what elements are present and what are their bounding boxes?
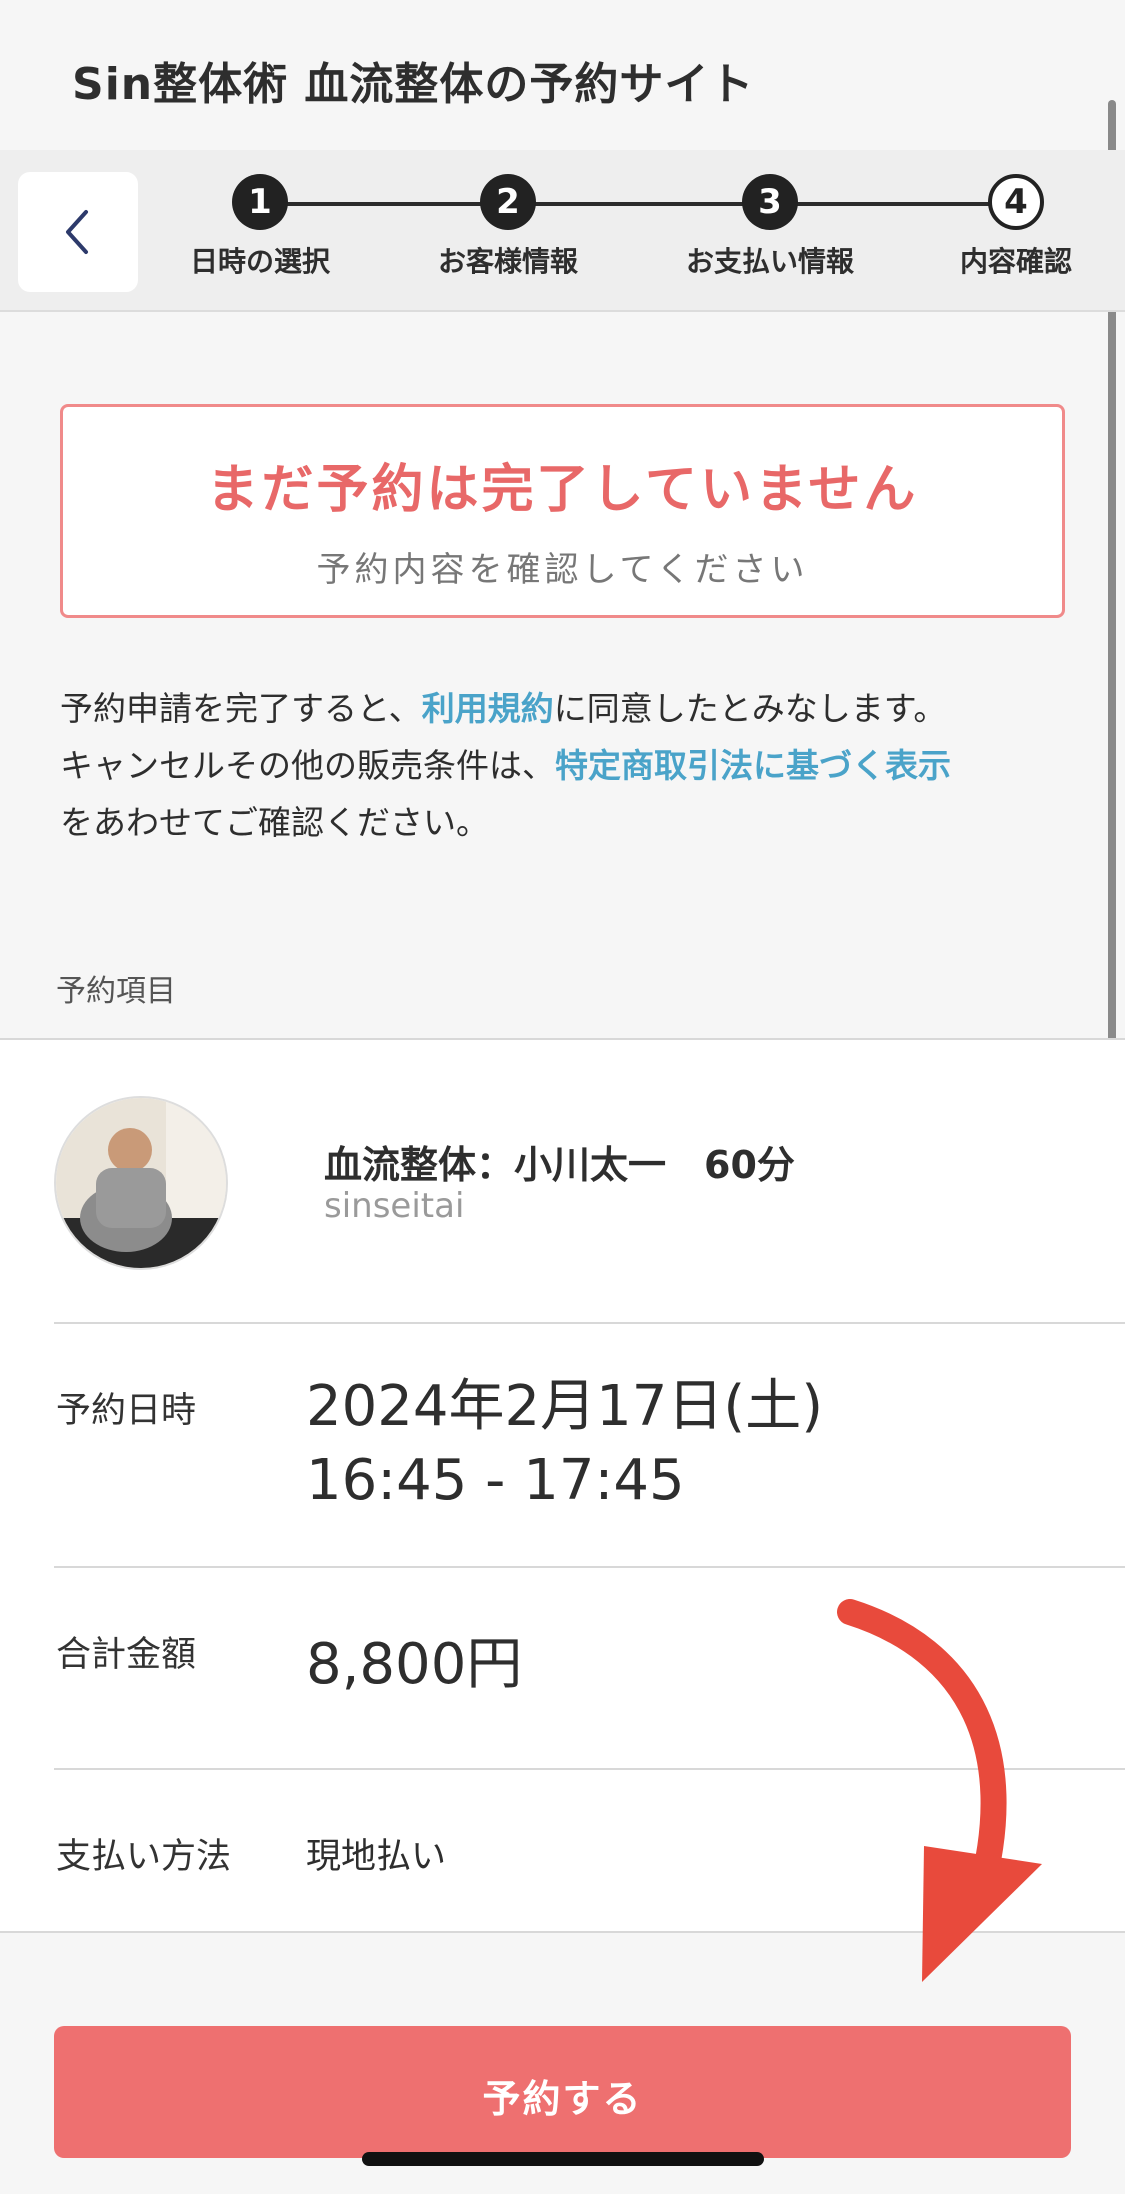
avatar [54, 1096, 228, 1270]
commercial-law-link[interactable]: 特定商取引法に基づく表示 [555, 746, 951, 785]
payment-method: 現地払い [306, 1837, 447, 1877]
total-amount: 8,800円 [306, 1632, 523, 1697]
menu-item-name: 血流整体：小川太一 60分 [324, 1143, 795, 1187]
step-1: 1 日時の選択 [160, 174, 360, 280]
shop-name: sinseitai [324, 1186, 465, 1226]
step-label: 内容確認 [959, 245, 1072, 278]
chevron-left-icon [66, 210, 88, 254]
step-progress-bar: 1 日時の選択 2 お客様情報 3 お支払い情報 4 内容確認 [0, 150, 1125, 312]
step-4-current: 4 内容確認 [916, 174, 1116, 280]
datetime-label: 予約日時 [56, 1391, 197, 1431]
step-2: 2 お客様情報 [408, 174, 608, 280]
divider [54, 1322, 1125, 1324]
step-3: 3 お支払い情報 [670, 174, 870, 280]
incomplete-notice: まだ予約は完了していません 予約内容を確認してください [60, 404, 1065, 618]
arrow-annotation-icon [837, 1599, 1042, 1982]
section-label: 予約項目 [56, 974, 176, 1009]
payment-label: 支払い方法 [56, 1837, 232, 1877]
total-label: 合計金額 [56, 1635, 197, 1675]
terms-line1-text-end: に同意したとみなします。 [553, 689, 947, 728]
terms-line3-text: をあわせてご確認ください。 [60, 803, 489, 842]
page-title: Sin整体術 血流整体の予約サイト [72, 59, 755, 110]
reservation-date: 2024年2月17日(土) [306, 1374, 824, 1439]
reserve-button-label: 予約する [482, 2077, 643, 2121]
terms-line2-text: キャンセルその他の販売条件は、 [60, 746, 555, 785]
step-label: お支払い情報 [685, 245, 854, 278]
divider [54, 1566, 1125, 1568]
terms-line1-text: 予約申請を完了すると、 [60, 689, 422, 728]
notice-title: まだ予約は完了していません [206, 460, 919, 520]
step-label: お客様情報 [437, 245, 578, 278]
step-number: 2 [480, 174, 536, 230]
reserve-button[interactable]: 予約する [54, 2026, 1071, 2158]
step-number: 4 [988, 174, 1044, 230]
terms-of-use-link[interactable]: 利用規約 [422, 689, 554, 728]
step-label: 日時の選択 [189, 245, 330, 278]
step-number: 3 [742, 174, 798, 230]
home-indicator [362, 2152, 764, 2166]
reservation-time: 16:45 - 17:45 [306, 1448, 685, 1513]
step-number: 1 [232, 174, 288, 230]
terms-text: 予約申請を完了すると、利用規約に同意したとみなします。 キャンセルその他の販売条… [60, 680, 1080, 851]
back-button[interactable] [18, 172, 138, 292]
site-header: Sin整体術 血流整体の予約サイト [0, 0, 1125, 150]
notice-subtitle: 予約内容を確認してください [316, 550, 809, 590]
